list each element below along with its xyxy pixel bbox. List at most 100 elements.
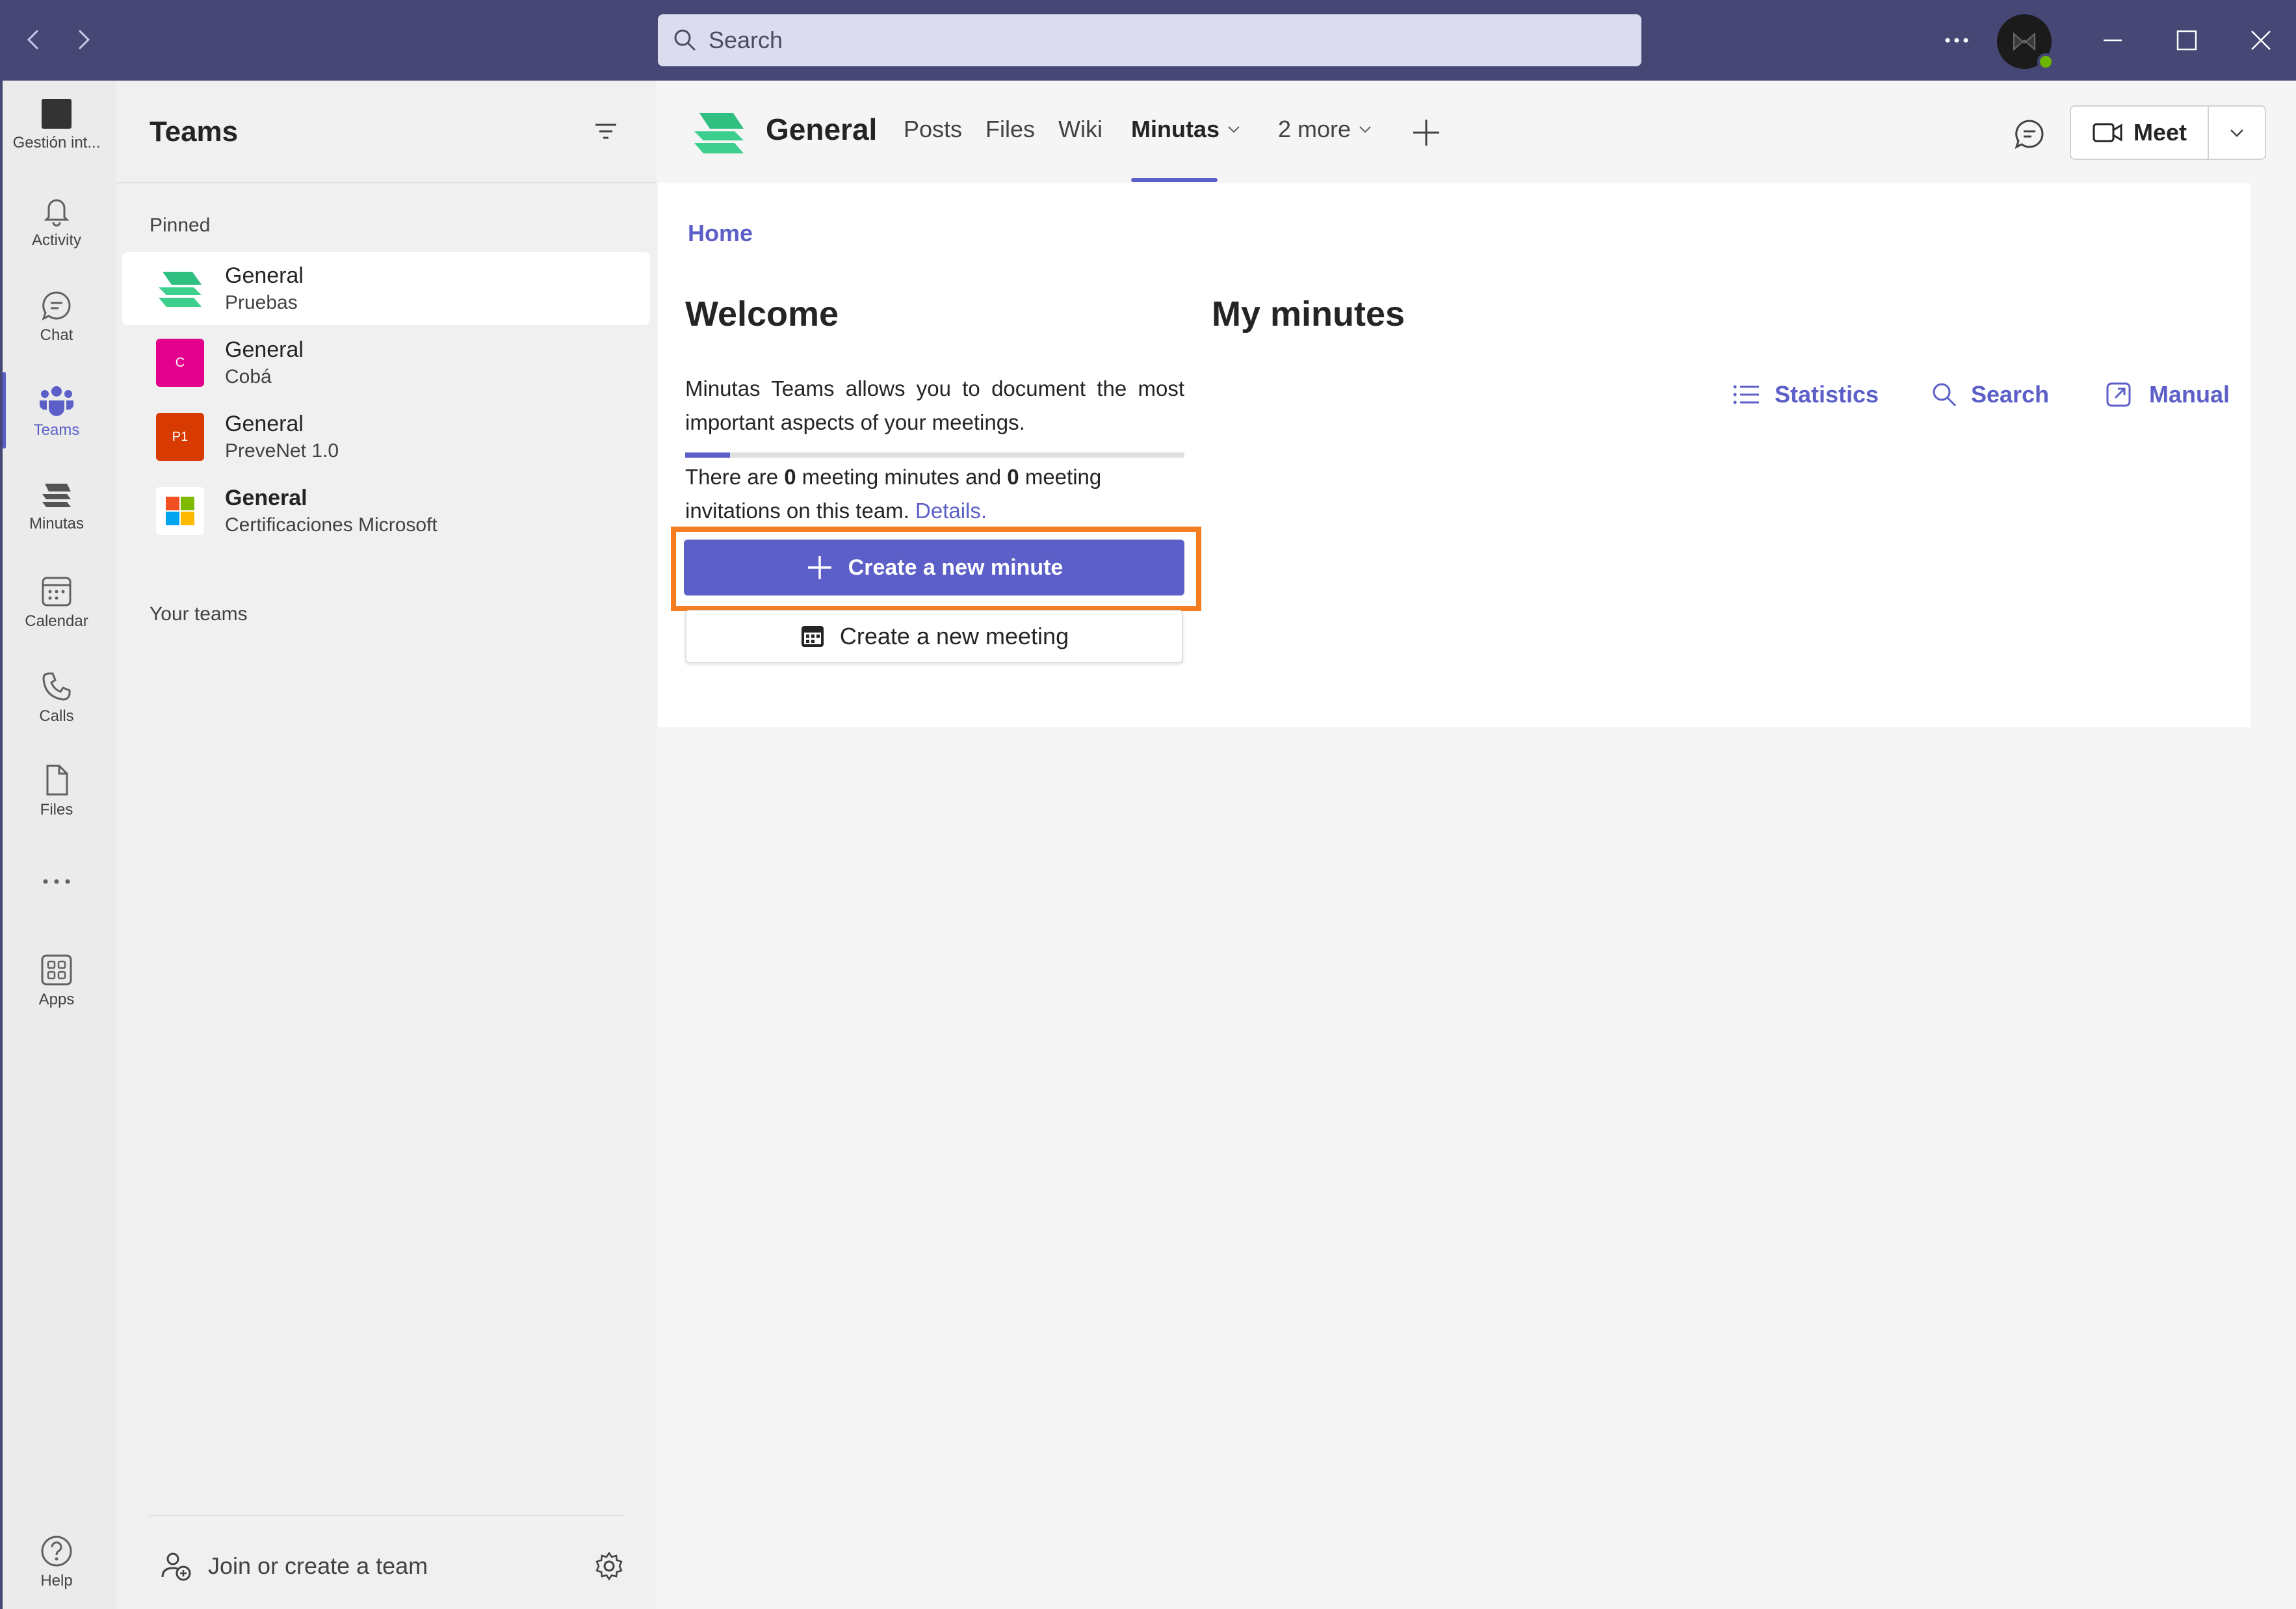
open-external-icon <box>2106 382 2131 407</box>
app-tile-icon <box>42 99 72 129</box>
microsoft-logo-icon <box>156 487 204 535</box>
welcome-description: Minutas Teams allows you to document the… <box>685 376 1184 434</box>
video-camera-icon <box>2093 123 2122 142</box>
rail-item-help[interactable]: Help <box>0 1534 113 1590</box>
filter-icon <box>595 124 616 139</box>
channel-name: General <box>225 263 304 288</box>
minimize-icon <box>2104 39 2122 42</box>
channel-name: General <box>225 486 307 510</box>
maximize-button[interactable] <box>2162 16 2211 65</box>
active-tab-indicator <box>1131 178 1218 182</box>
help-icon <box>41 1536 72 1567</box>
minimize-button[interactable] <box>2088 16 2137 65</box>
forward-button[interactable] <box>68 23 100 56</box>
join-or-create-team-button[interactable]: Join or create a team <box>160 1550 428 1582</box>
search-box[interactable] <box>658 14 1641 66</box>
stats-text: There are 0 meeting minutes and 0 meetin… <box>685 465 1102 523</box>
chat-icon <box>2015 120 2044 149</box>
progress-track <box>685 452 1184 458</box>
minutes-count: 0 <box>784 465 796 489</box>
phone-icon <box>42 672 71 701</box>
progress-fill <box>685 452 731 458</box>
profile-logo-icon <box>2013 32 2035 51</box>
rail-more-apps[interactable] <box>0 878 113 885</box>
team-row-general-pruebas[interactable]: General Pruebas <box>122 252 650 325</box>
rail-item-minutas[interactable]: Minutas <box>0 478 113 533</box>
back-button[interactable] <box>17 23 49 56</box>
manage-teams-button[interactable] <box>594 1551 624 1584</box>
rail-item-gestion[interactable]: Gestión int... <box>0 98 113 152</box>
rail-item-apps[interactable]: Apps <box>0 953 113 1009</box>
minutas-icon <box>42 484 71 507</box>
presence-available-icon <box>2037 53 2054 70</box>
search-icon <box>674 29 696 51</box>
meet-button-group: Meet <box>2070 105 2266 160</box>
team-name: PreveNet 1.0 <box>225 440 339 462</box>
channel-minutas-icon <box>692 109 748 159</box>
team-avatar-tile: C <box>156 339 204 387</box>
rail-item-chat[interactable]: Chat <box>0 289 113 345</box>
tab-posts[interactable]: Posts <box>904 116 962 143</box>
more-horizontal-icon <box>43 879 70 884</box>
add-people-icon <box>161 1552 191 1581</box>
chevron-right-icon <box>78 29 90 50</box>
divider <box>116 182 657 183</box>
divider <box>150 1515 624 1516</box>
minutas-team-icon <box>156 265 204 313</box>
tab-wiki[interactable]: Wiki <box>1058 116 1102 143</box>
avatar[interactable] <box>1997 14 2054 70</box>
team-name: Pruebas <box>225 292 298 313</box>
team-row-general-prevenet[interactable]: P1 General PreveNet 1.0 <box>122 400 650 473</box>
more-options-button[interactable] <box>1932 16 1981 65</box>
close-button[interactable] <box>2236 16 2286 65</box>
calendar-icon <box>42 577 72 607</box>
plus-icon <box>1413 120 1439 146</box>
rail-item-calls[interactable]: Calls <box>0 670 113 726</box>
channel-name: General <box>225 337 304 362</box>
create-meeting-button[interactable]: Create a new meeting <box>685 610 1183 663</box>
add-tab-button[interactable] <box>1411 117 1442 151</box>
bell-icon <box>44 199 70 227</box>
meet-button[interactable]: Meet <box>2071 107 2209 159</box>
chevron-down-icon <box>1228 126 1240 133</box>
team-row-general-coba[interactable]: C General Cobá <box>122 326 650 399</box>
file-icon <box>46 765 68 796</box>
search-link[interactable]: Search <box>1931 381 2049 408</box>
team-name: Certificaciones Microsoft <box>225 514 437 536</box>
chevron-down-icon <box>1359 126 1371 133</box>
create-minute-button[interactable]: Create a new minute <box>684 540 1184 595</box>
rail-item-teams[interactable]: Teams <box>0 384 113 439</box>
team-row-general-certificaciones[interactable]: General Certificaciones Microsoft <box>122 475 650 547</box>
tab-more[interactable]: 2 more <box>1278 116 1373 143</box>
filter-button[interactable] <box>593 118 619 148</box>
chat-icon <box>42 291 71 320</box>
search-input[interactable] <box>709 27 1554 54</box>
rail-item-files[interactable]: Files <box>0 763 113 819</box>
channel-title: General <box>766 112 878 146</box>
details-link[interactable]: Details. <box>915 499 987 523</box>
close-icon <box>2251 31 2271 50</box>
teams-list-title: Teams <box>150 116 239 148</box>
rail-item-calendar[interactable]: Calendar <box>0 575 113 631</box>
channel-name: General <box>225 412 304 436</box>
chevron-down-icon <box>2230 129 2243 137</box>
tab-files[interactable]: Files <box>985 116 1035 143</box>
conversation-button[interactable] <box>2013 117 2046 154</box>
invitations-count: 0 <box>1007 465 1019 489</box>
breadcrumb-home[interactable]: Home <box>688 220 753 247</box>
meet-dropdown-button[interactable] <box>2209 107 2265 159</box>
calendar-icon <box>801 626 824 647</box>
plus-icon <box>807 556 831 579</box>
more-horizontal-icon <box>1945 38 1968 43</box>
teams-icon <box>40 386 73 416</box>
manual-link[interactable]: Manual <box>2105 381 2230 408</box>
pinned-section-label: Pinned <box>150 215 211 236</box>
welcome-title: Welcome <box>685 294 839 334</box>
maximize-icon <box>2176 30 2197 51</box>
tab-minutas[interactable]: Minutas <box>1131 116 1242 143</box>
statistics-link[interactable]: Statistics <box>1732 381 1879 408</box>
apps-icon <box>41 954 72 986</box>
rail-item-activity[interactable]: Activity <box>0 194 113 250</box>
gear-icon <box>595 1551 623 1581</box>
list-icon <box>1733 385 1759 404</box>
